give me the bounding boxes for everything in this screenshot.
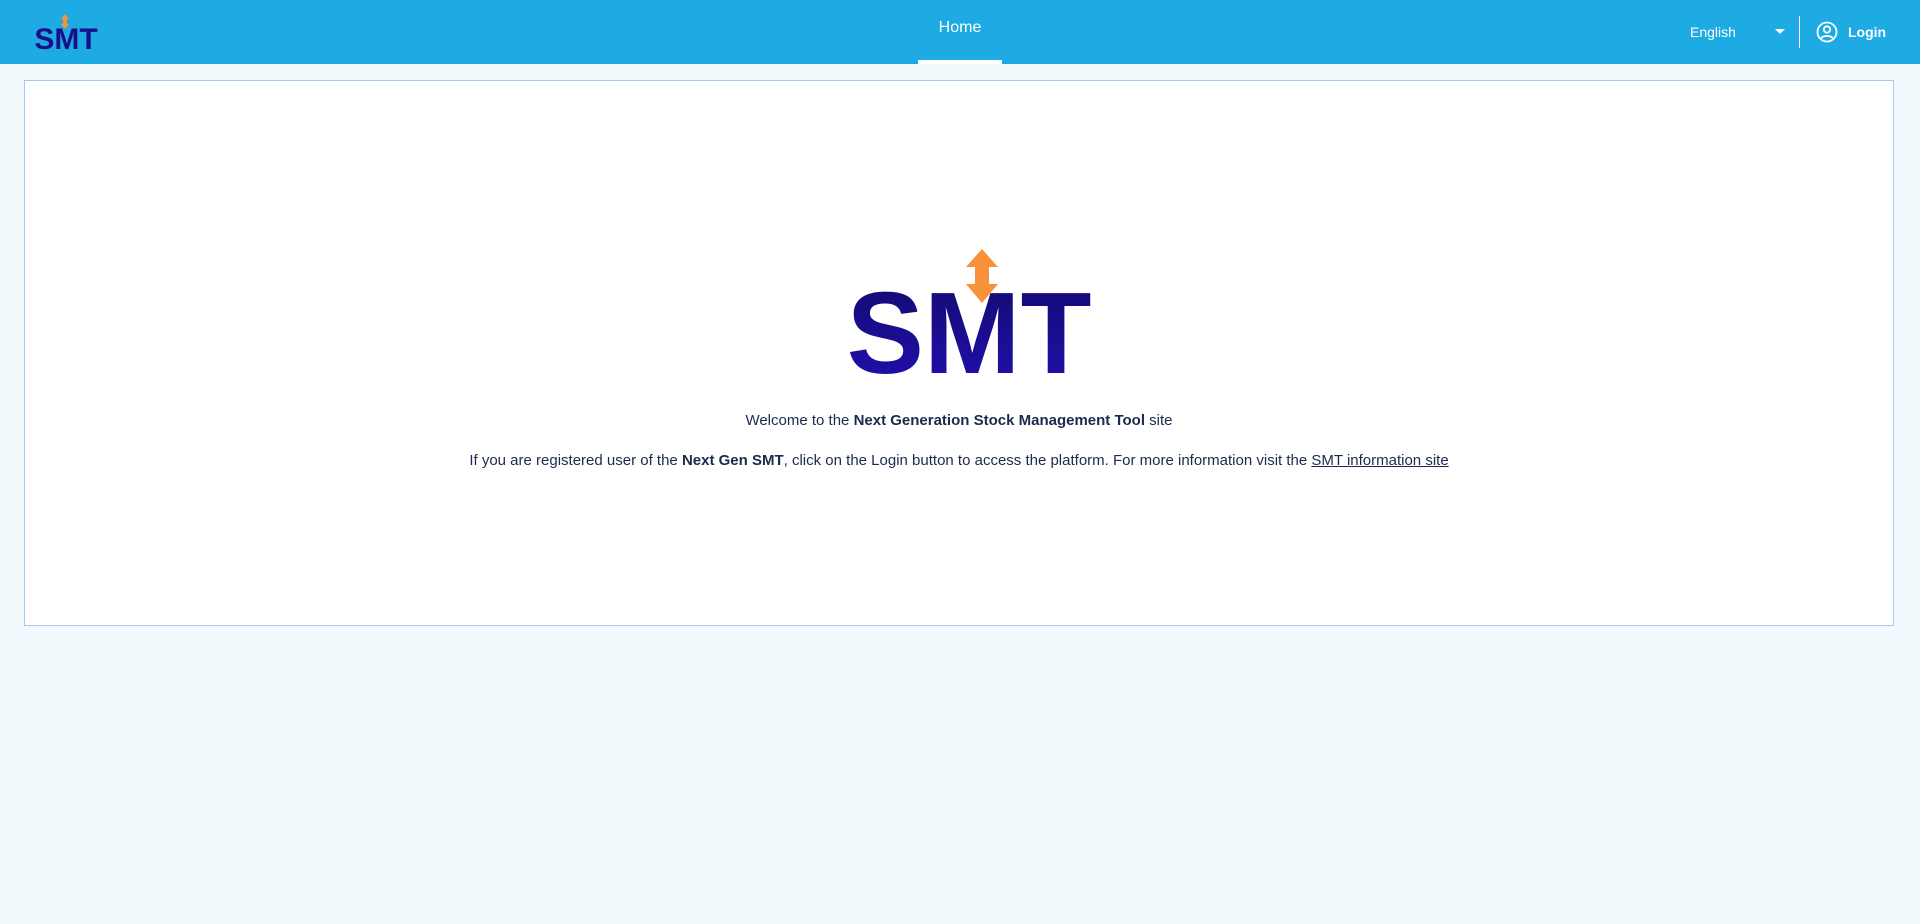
login-button[interactable]: Login xyxy=(1816,18,1896,46)
login-info-message: If you are registered user of the Next G… xyxy=(25,451,1893,471)
user-circle-icon xyxy=(1816,21,1838,43)
smt-logo[interactable]: SMT xyxy=(28,12,104,54)
welcome-card: SMT Welcome to the Next Generation Stock… xyxy=(24,80,1894,626)
info-text-middle: , click on the Login button to access th… xyxy=(783,452,1312,469)
tab-home[interactable]: Home xyxy=(918,0,1002,64)
smt-hero-logo: SMT xyxy=(847,249,1092,377)
info-text-prefix: If you are registered user of the xyxy=(469,452,682,469)
brand-logo-text: SMT xyxy=(34,23,97,54)
active-tab-indicator xyxy=(918,60,1002,64)
language-select[interactable]: English xyxy=(1690,18,1790,46)
chevron-down-icon xyxy=(1775,29,1785,34)
info-product-name: Next Gen SMT xyxy=(681,452,784,469)
login-button-label: Login xyxy=(1848,24,1887,40)
welcome-message: Welcome to the Next Generation Stock Man… xyxy=(25,411,1893,431)
welcome-text-suffix: site xyxy=(1145,412,1173,429)
welcome-product-name: Next Generation Stock Management Tool xyxy=(853,412,1146,429)
header-divider xyxy=(1799,16,1800,48)
tab-home-label: Home xyxy=(938,19,982,36)
hero-logo-text: SMT xyxy=(847,268,1092,377)
language-select-value: English xyxy=(1690,24,1736,40)
top-navigation-bar: SMT Home English Login xyxy=(0,0,1920,64)
smt-information-site-link[interactable]: SMT information site xyxy=(1311,452,1448,469)
welcome-text-prefix: Welcome to the xyxy=(745,412,854,429)
